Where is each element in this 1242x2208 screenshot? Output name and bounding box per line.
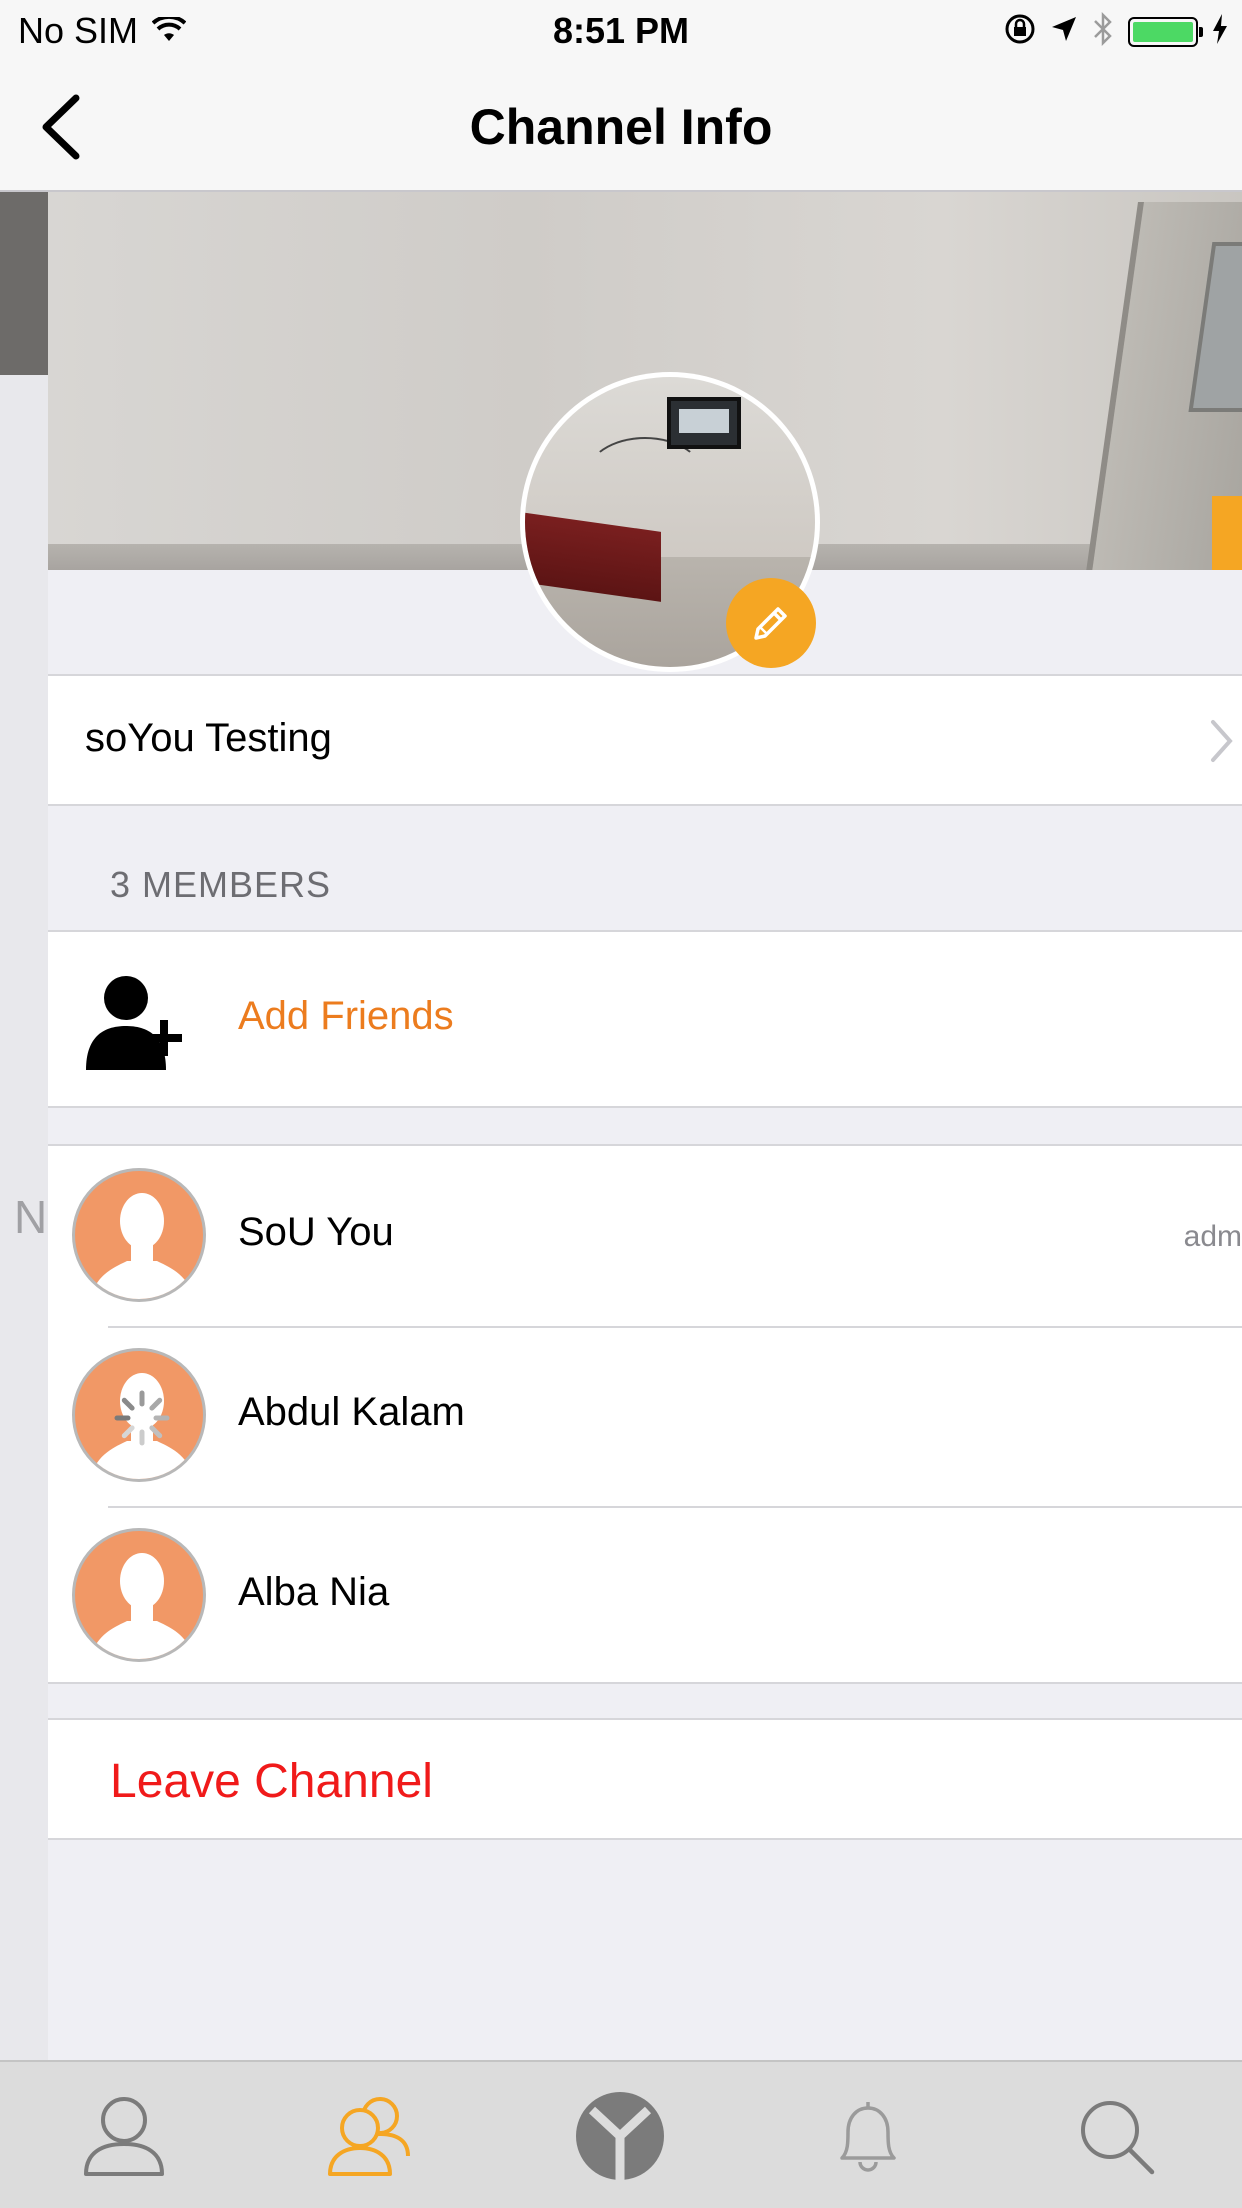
member-name: SoU You xyxy=(238,1210,394,1254)
channel-name-row[interactable]: soYou Testing xyxy=(48,674,1242,806)
charging-icon xyxy=(1212,14,1228,49)
members-count-header: 3 MEMBERS xyxy=(110,864,332,905)
loading-spinner-icon xyxy=(114,1390,170,1446)
status-right xyxy=(1004,11,1228,51)
member-name: Abdul Kalam xyxy=(238,1390,465,1434)
location-icon xyxy=(1050,15,1078,48)
tab-profile[interactable] xyxy=(74,2088,174,2184)
channel-info-panel: soYou Testing 3 MEMBERS Add Friends SoU … xyxy=(48,192,1242,2060)
tab-search[interactable] xyxy=(1066,2088,1166,2184)
member-name: Alba Nia xyxy=(238,1570,390,1614)
background-page-letter: N xyxy=(14,1191,48,1243)
member-role-badge: adm xyxy=(1183,1220,1242,1253)
leave-channel-button[interactable]: Leave Channel xyxy=(48,1718,1242,1840)
person-silhouette-icon xyxy=(90,1553,194,1659)
group-icon xyxy=(328,2097,410,2176)
add-friends-label: Add Friends xyxy=(238,994,454,1038)
cover-door-window xyxy=(1188,242,1242,412)
tab-channels[interactable] xyxy=(322,2088,422,2184)
search-icon xyxy=(1081,2101,1155,2175)
cover-edit-tab[interactable] xyxy=(1212,496,1242,570)
pencil-icon xyxy=(754,607,787,640)
avatar-tv xyxy=(667,397,741,449)
avatar-bed xyxy=(525,512,661,602)
background-page-strip xyxy=(0,192,48,2060)
avatar-wire xyxy=(585,437,705,517)
leave-channel-label: Leave Channel xyxy=(110,1755,433,1808)
avatar xyxy=(72,1348,206,1482)
member-row[interactable]: SoU You adm xyxy=(48,1146,1242,1326)
member-row[interactable]: Alba Nia xyxy=(48,1506,1242,1686)
bell-icon xyxy=(840,2102,896,2172)
page-title: Channel Info xyxy=(469,99,773,155)
status-bar: No SIM 8:51 PM xyxy=(0,0,1242,62)
members-list: SoU You adm Abdul Kalam Alba Nia xyxy=(48,1144,1242,1684)
person-silhouette-icon xyxy=(90,1193,194,1299)
avatar xyxy=(72,1168,206,1302)
avatar xyxy=(72,1528,206,1662)
tab-home[interactable] xyxy=(570,2088,670,2184)
person-icon xyxy=(84,2097,164,2176)
member-row[interactable]: Abdul Kalam xyxy=(48,1326,1242,1506)
add-friends-row[interactable]: Add Friends xyxy=(48,930,1242,1108)
orientation-lock-icon xyxy=(1004,13,1036,50)
chevron-right-icon xyxy=(1211,720,1233,762)
bluetooth-icon xyxy=(1092,11,1114,51)
battery-icon xyxy=(1128,16,1203,47)
edit-avatar-button[interactable] xyxy=(726,578,816,668)
tab-bar xyxy=(0,2060,1242,2208)
add-user-icon xyxy=(86,976,182,1070)
tab-notifications[interactable] xyxy=(818,2088,918,2184)
soyou-logo-icon xyxy=(576,2092,664,2180)
background-page-image xyxy=(0,192,48,375)
navigation-bar: Channel Info xyxy=(0,62,1242,192)
channel-name: soYou Testing xyxy=(85,716,332,760)
